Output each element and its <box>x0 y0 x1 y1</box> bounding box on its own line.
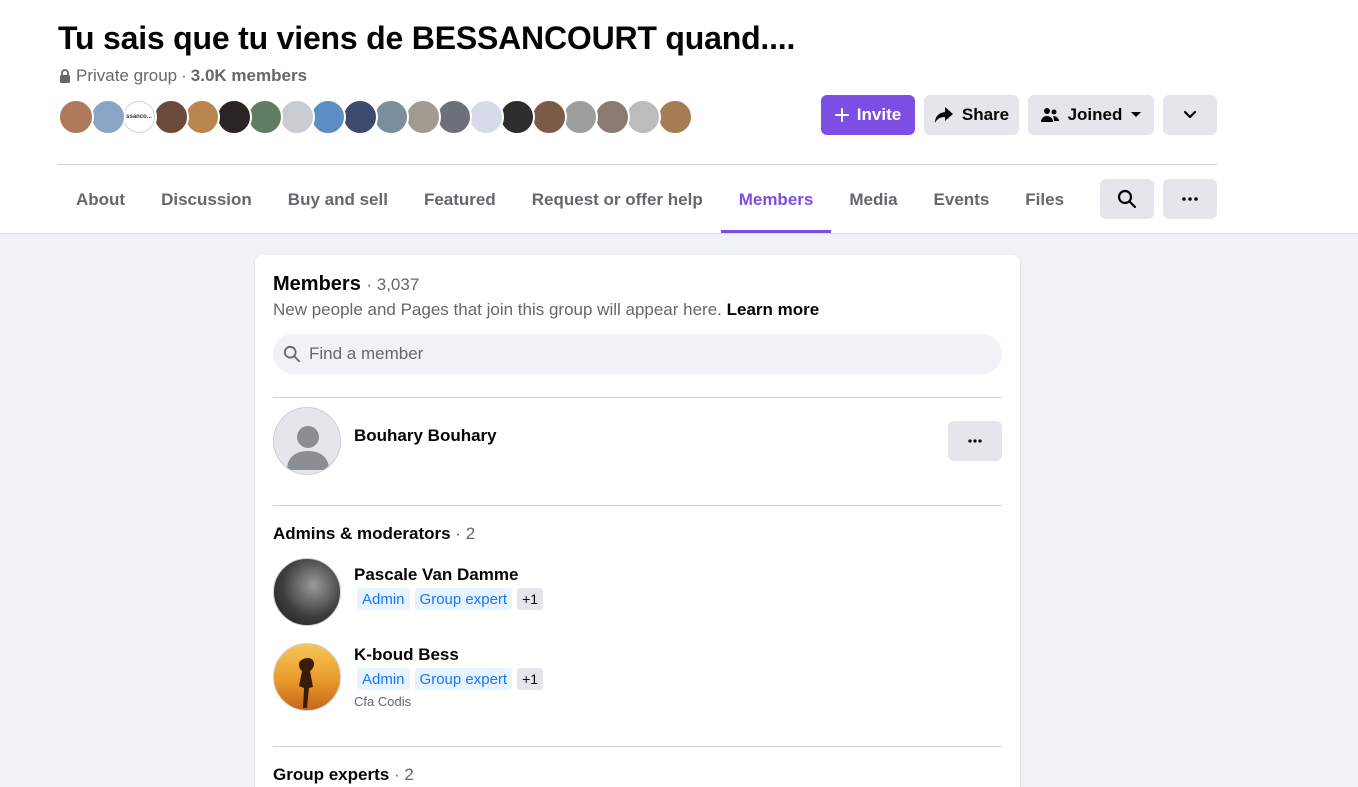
tab-files[interactable]: Files <box>1007 166 1082 233</box>
more-options-button[interactable] <box>1163 179 1217 219</box>
role-badges: Admin Group expert +1 <box>357 588 544 610</box>
member-avatar[interactable] <box>215 99 252 135</box>
admins-section-count: · 2 <box>455 524 476 543</box>
group-expert-badge[interactable]: Group expert <box>414 668 513 690</box>
avatar[interactable] <box>273 407 341 475</box>
learn-more-link[interactable]: Learn more <box>727 300 820 319</box>
members-subtitle: New people and Pages that join this grou… <box>273 300 819 320</box>
search-icon <box>1117 189 1137 209</box>
share-icon <box>934 107 953 123</box>
admin-name[interactable]: Pascale Van Damme <box>354 565 518 585</box>
experts-section-title: Group experts · 2 <box>273 765 414 785</box>
member-avatar[interactable] <box>278 99 315 135</box>
tab-media[interactable]: Media <box>831 166 915 233</box>
member-name[interactable]: Bouhary Bouhary <box>354 426 497 446</box>
member-avatar[interactable] <box>404 99 441 135</box>
member-avatar[interactable]: ssanco... <box>121 99 157 135</box>
divider <box>273 505 1002 506</box>
people-icon <box>1040 108 1059 122</box>
member-search[interactable] <box>273 334 1002 374</box>
tab-featured[interactable]: Featured <box>406 166 514 233</box>
admin-name[interactable]: K-boud Bess <box>354 645 459 665</box>
search-icon <box>283 345 301 363</box>
member-avatar[interactable] <box>530 99 567 135</box>
divider <box>273 746 1002 747</box>
member-avatar[interactable] <box>656 99 693 135</box>
member-avatar[interactable] <box>436 99 472 135</box>
member-avatar[interactable] <box>152 99 189 135</box>
member-avatar[interactable] <box>625 99 661 135</box>
members-title: Members · 3,037 <box>273 273 419 296</box>
plus-icon <box>834 108 849 122</box>
tab-about[interactable]: About <box>58 166 143 233</box>
group-expert-badge[interactable]: Group expert <box>414 588 513 610</box>
joined-button[interactable]: Joined <box>1028 95 1154 135</box>
more-badges[interactable]: +1 <box>517 668 544 690</box>
share-button[interactable]: Share <box>924 95 1019 135</box>
tab-buy-and-sell[interactable]: Buy and sell <box>270 166 406 233</box>
meta-separator: · <box>181 66 187 85</box>
member-avatar[interactable] <box>58 99 94 135</box>
expand-button[interactable] <box>1163 95 1217 135</box>
member-avatar[interactable] <box>184 99 220 135</box>
role-badges: Admin Group expert +1 <box>357 668 544 690</box>
group-header: Tu sais que tu viens de BESSANCOURT quan… <box>0 0 1358 234</box>
admins-section-label: Admins & moderators <box>273 524 451 543</box>
tab-members[interactable]: Members <box>720 166 832 233</box>
tab-discussion[interactable]: Discussion <box>143 166 270 233</box>
silhouette-image <box>299 658 314 708</box>
admins-section-title: Admins & moderators · 2 <box>273 524 475 544</box>
member-options-button[interactable] <box>948 421 1002 461</box>
tab-events[interactable]: Events <box>916 166 1008 233</box>
more-icon <box>968 439 982 443</box>
more-badges[interactable]: +1 <box>517 588 544 610</box>
member-avatar[interactable] <box>89 99 126 135</box>
member-subtitle: Cfa Codis <box>354 694 412 709</box>
members-count: · 3,037 <box>366 275 420 294</box>
member-count[interactable]: 3.0K members <box>191 66 307 86</box>
member-avatar[interactable] <box>247 99 283 135</box>
member-avatar[interactable] <box>310 99 346 135</box>
members-card: Members · 3,037 New people and Pages tha… <box>255 255 1020 787</box>
invite-button[interactable]: Invite <box>821 95 915 135</box>
admin-badge[interactable]: Admin <box>357 668 410 690</box>
group-meta: Private group · 3.0K members <box>58 66 307 86</box>
divider <box>273 397 1002 398</box>
members-subtitle-text: New people and Pages that join this grou… <box>273 300 722 319</box>
member-avatar[interactable] <box>373 99 409 135</box>
default-avatar-icon <box>287 426 329 470</box>
group-title[interactable]: Tu sais que tu viens de BESSANCOURT quan… <box>58 20 795 57</box>
tab-request-or-offer-help[interactable]: Request or offer help <box>514 166 721 233</box>
caret-down-icon <box>1131 112 1142 117</box>
more-icon <box>1182 197 1198 201</box>
header-divider <box>58 164 1217 165</box>
member-avatar[interactable] <box>593 99 630 135</box>
experts-section-label: Group experts <box>273 765 390 784</box>
members-title-text: Members <box>273 273 361 295</box>
experts-section-count: · 2 <box>393 765 414 784</box>
privacy-label[interactable]: Private group <box>76 66 177 86</box>
group-tabs: About Discussion Buy and sell Featured Reque… <box>58 166 1082 233</box>
admin-badge[interactable]: Admin <box>357 588 410 610</box>
share-label: Share <box>961 105 1010 124</box>
lock-icon <box>60 69 70 83</box>
member-avatar[interactable] <box>467 99 504 135</box>
find-member-input[interactable] <box>309 344 959 364</box>
joined-label: Joined <box>1067 105 1123 124</box>
member-avatar[interactable] <box>562 99 598 135</box>
invite-label: Invite <box>856 105 902 124</box>
member-avatar[interactable] <box>341 99 378 135</box>
chevron-down-icon <box>1183 110 1197 119</box>
search-group-button[interactable] <box>1100 179 1154 219</box>
member-avatar[interactable] <box>499 99 535 135</box>
avatar[interactable] <box>273 643 341 711</box>
avatar[interactable] <box>273 558 341 626</box>
